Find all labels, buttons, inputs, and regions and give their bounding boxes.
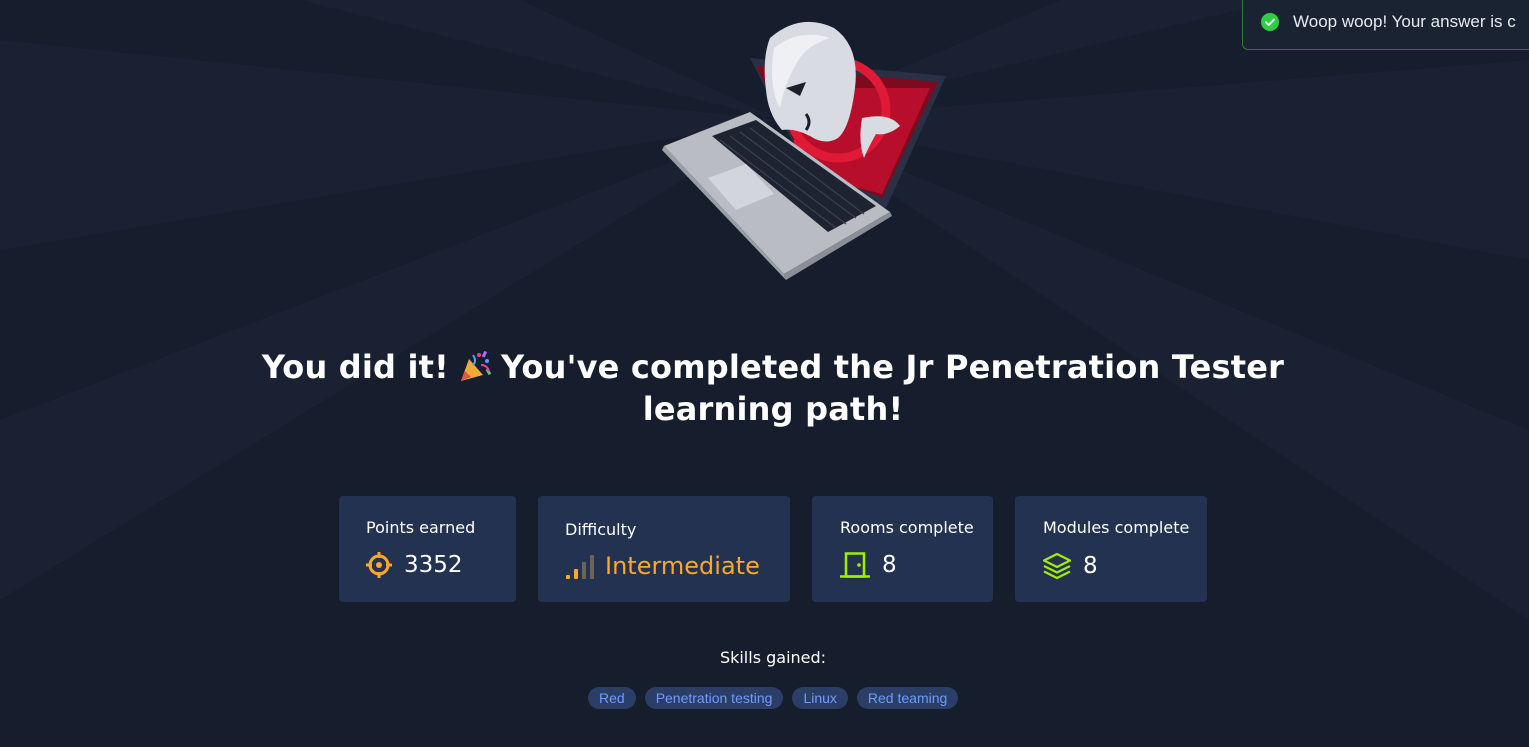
difficulty-value: Intermediate [605,552,760,580]
rooms-complete-value: 8 [882,552,897,578]
modules-complete-card: Modules complete 8 [1015,496,1207,602]
modules-complete-label: Modules complete [1043,518,1190,537]
skills-tag-list: Red Penetration testing Linux Red teamin… [588,687,959,709]
signal-bars-icon [566,555,594,579]
toast-message: Woop woop! Your answer is c [1293,12,1516,31]
rooms-complete-card: Rooms complete 8 [812,496,993,602]
difficulty-card: Difficulty Intermediate [538,496,790,602]
skill-tag[interactable]: Red teaming [856,687,959,709]
layers-icon [1043,552,1071,580]
skill-tag[interactable]: Penetration testing [644,687,784,709]
modules-complete-value: 8 [1083,553,1098,579]
ghost-laptop-illustration [662,21,946,280]
party-popper-icon [460,350,492,381]
headline-part2: You've completed the Jr Penetration Test… [500,348,1285,428]
points-earned-value: 3352 [404,552,463,578]
completion-headline: You did it! You've completed the Jr Pene… [240,346,1306,430]
rooms-complete-label: Rooms complete [840,518,974,537]
skill-tag[interactable]: Red [588,687,636,709]
skills-gained-title: Skills gained: [719,648,827,667]
door-icon [840,552,870,578]
points-earned-card: Points earned 3352 [339,496,516,602]
points-earned-label: Points earned [366,518,476,537]
headline-part1: You did it! [261,348,449,386]
check-circle-icon [1261,13,1279,31]
skill-tag[interactable]: Linux [792,687,848,709]
crosshair-icon [366,552,392,578]
difficulty-label: Difficulty [565,520,637,539]
success-toast[interactable]: Woop woop! Your answer is c [1242,0,1529,50]
